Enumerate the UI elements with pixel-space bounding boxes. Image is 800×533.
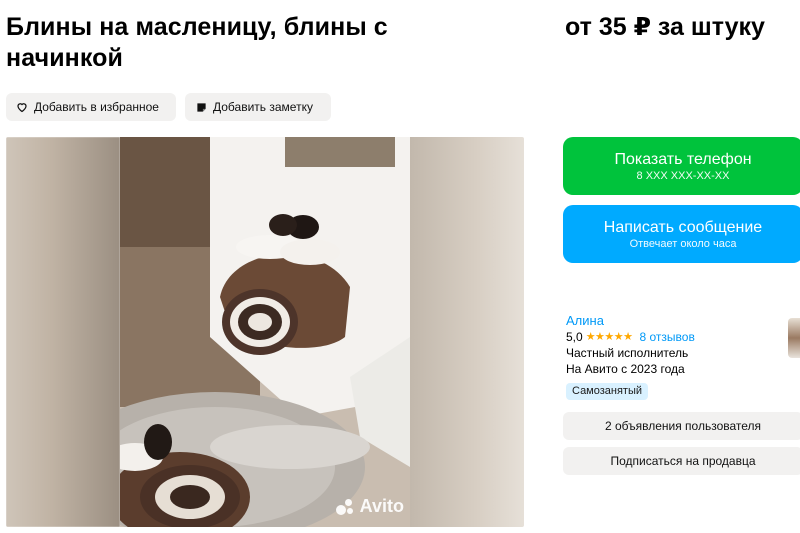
seller-name[interactable]: Алина <box>566 312 796 329</box>
self-employed-badge: Самозанятый <box>566 383 649 400</box>
add-note-button[interactable]: Добавить заметку <box>185 93 331 121</box>
add-to-favorites-button[interactable]: Добавить в избранное <box>6 93 176 121</box>
response-time: Отвечает около часа <box>629 237 737 250</box>
seller-since: На Авито с 2023 года <box>566 362 685 376</box>
avito-logo-icon <box>335 498 356 515</box>
photo-gallery[interactable]: Avito <box>6 137 524 527</box>
show-phone-button[interactable]: Показать телефон 8 XXX XXX-XX-XX <box>563 137 800 195</box>
reviews-link[interactable]: 8 отзывов <box>640 329 695 345</box>
gallery-blur-left <box>6 137 120 527</box>
main-photo[interactable]: Avito <box>120 137 410 527</box>
watermark-text: Avito <box>359 496 404 516</box>
star-rating-icon: ★★★★★ <box>585 331 633 343</box>
subscribe-seller-button[interactable]: Подписаться на продавца <box>563 447 800 475</box>
listing-title: Блины на масленицу, блины с начинкой <box>6 13 388 72</box>
seller-avatar[interactable] <box>788 318 800 358</box>
seller-ads-button[interactable]: 2 объявления пользователя <box>563 412 800 440</box>
seller-type: Частный исполнитель <box>566 346 689 360</box>
phone-masked: 8 XXX XXX-XX-XX <box>636 169 730 182</box>
show-phone-label: Показать телефон <box>614 150 752 168</box>
heart-icon <box>16 101 28 113</box>
seller-rating: 5,0 ★★★★★ 8 отзывов <box>566 329 796 345</box>
add-note-label: Добавить заметку <box>213 100 313 114</box>
gallery-blur-right <box>410 137 524 527</box>
listing-price: от 35 ₽ за штуку <box>565 13 765 41</box>
write-message-label: Написать сообщение <box>603 218 763 236</box>
avito-watermark: Avito <box>335 496 404 517</box>
crepe-roll-illustration <box>120 137 410 527</box>
note-icon <box>195 101 207 113</box>
write-message-button[interactable]: Написать сообщение Отвечает около часа <box>563 205 800 263</box>
seller-card: Алина 5,0 ★★★★★ 8 отзывов Частный исполн… <box>566 312 796 400</box>
rating-value: 5,0 <box>566 330 583 344</box>
add-to-favorites-label: Добавить в избранное <box>34 100 159 114</box>
